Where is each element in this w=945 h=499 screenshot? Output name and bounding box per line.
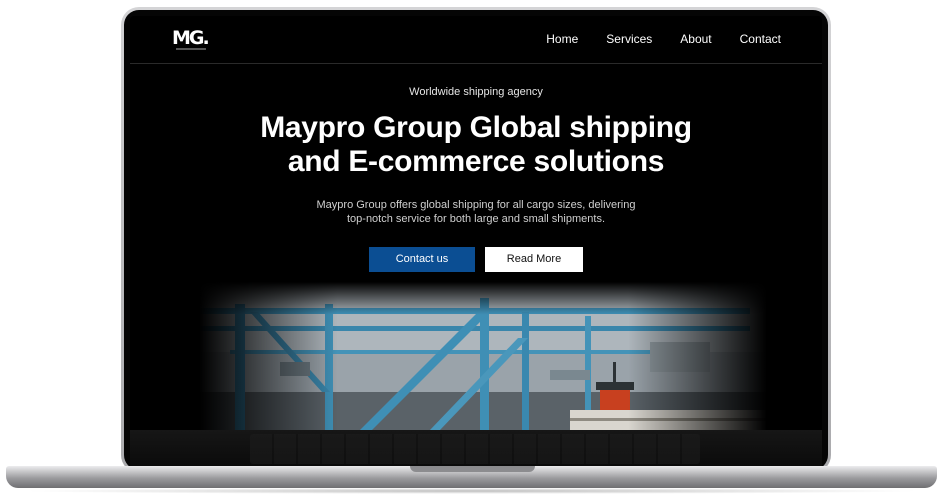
main-nav: Home Services About Contact [546, 32, 781, 46]
logo-underline [176, 48, 206, 50]
website-screen: MG. Home Services About Contact Worldwid… [130, 16, 822, 430]
hero-title-line-1: Maypro Group Global shipping [260, 111, 692, 144]
read-more-button[interactable]: Read More [485, 247, 583, 272]
hero-image-fade-overlay [130, 282, 822, 430]
nav-link-services[interactable]: Services [606, 32, 652, 46]
site-logo[interactable]: MG. [172, 26, 212, 52]
hero-port-image [130, 282, 822, 430]
keyboard-reflection [250, 434, 700, 464]
hero-title-line-2: and E-commerce solutions [287, 145, 665, 178]
nav-divider [130, 63, 822, 64]
hero-subtitle: Maypro Group offers global shipping for … [296, 198, 656, 226]
hero-title: Maypro Group Global shipping and E-comme… [226, 111, 726, 179]
nav-link-home[interactable]: Home [546, 32, 578, 46]
hero-eyebrow: Worldwide shipping agency [409, 86, 543, 98]
nav-link-about[interactable]: About [680, 32, 711, 46]
hero-subtitle-line-2: top-notch service for both large and sma… [346, 213, 606, 225]
nav-link-contact[interactable]: Contact [740, 32, 781, 46]
contact-us-button[interactable]: Contact us [369, 247, 475, 272]
logo-text: MG. [172, 27, 210, 49]
hero-subtitle-line-1: Maypro Group offers global shipping for … [316, 199, 636, 211]
laptop-shadow [20, 488, 923, 494]
laptop-base-notch [410, 466, 535, 472]
